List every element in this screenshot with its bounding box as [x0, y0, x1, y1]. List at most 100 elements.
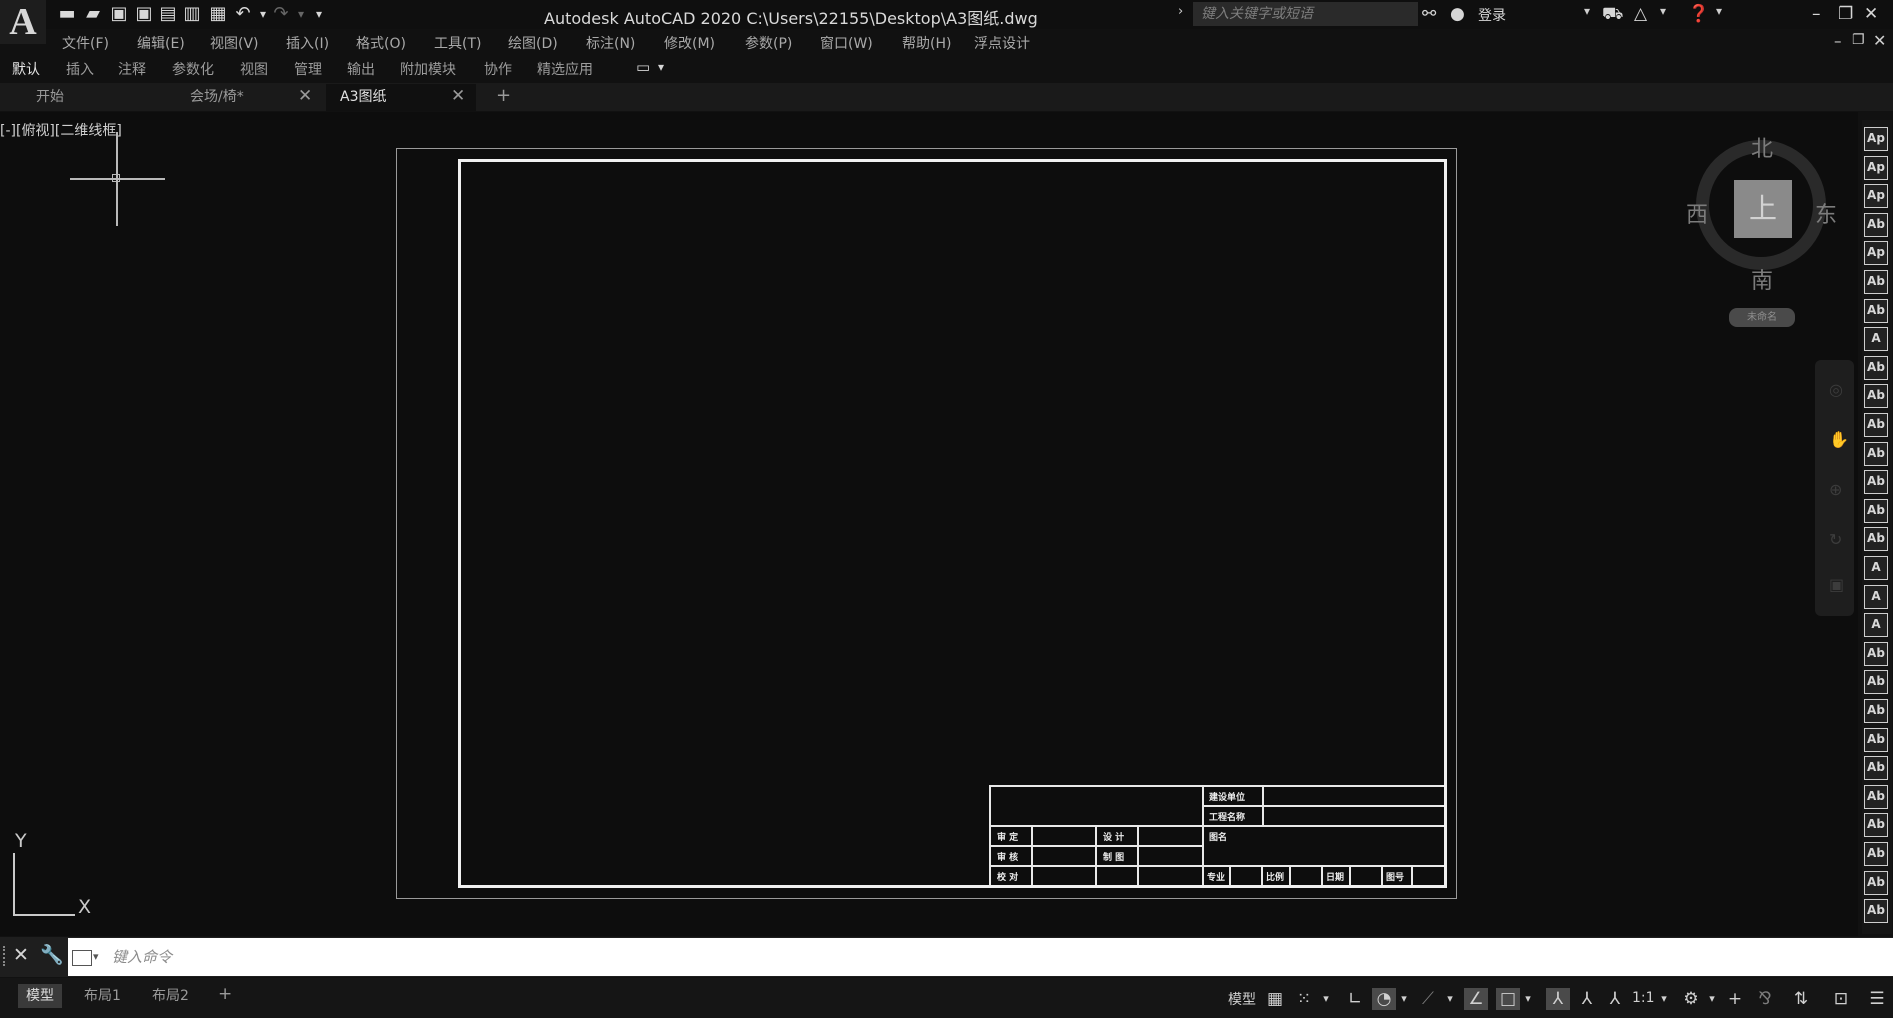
scale-dropdown-icon[interactable]: ▾	[1658, 988, 1670, 1010]
recent-commands-dropdown-icon[interactable]: ▾	[93, 950, 99, 963]
text-style-icon[interactable]: Ap	[1864, 241, 1888, 266]
snap-dropdown-icon[interactable]: ▾	[1320, 988, 1332, 1010]
steering-wheel-icon[interactable]: ◎	[1829, 380, 1843, 399]
close-command-line-icon[interactable]: ✕	[13, 944, 29, 966]
text-style-icon[interactable]: Ab	[1864, 413, 1888, 437]
text-style-icon[interactable]: Ab	[1864, 756, 1888, 781]
restore-window-icon[interactable]: ❐	[1838, 3, 1853, 25]
clean-screen-icon[interactable]: ⊡	[1830, 988, 1852, 1010]
a360-dropdown-icon[interactable]: ▾	[1660, 4, 1666, 18]
save-as-icon[interactable]: ▣	[133, 3, 155, 25]
open-folder-icon[interactable]: ▰	[82, 3, 104, 25]
file-tab-close-icon[interactable]: ✕	[451, 86, 465, 106]
zoom-extents-icon[interactable]: ⊕	[1829, 480, 1842, 499]
showmotion-icon[interactable]: ▣	[1829, 575, 1844, 594]
plot-icon[interactable]: ▤	[157, 3, 179, 25]
ribbon-tab-output[interactable]: 输出	[347, 59, 375, 79]
text-style-icon[interactable]: Ab	[1864, 842, 1888, 866]
ribbon-toggle-dropdown-icon[interactable]: ▾	[658, 60, 664, 74]
add-layout-plus-icon[interactable]: +	[218, 984, 232, 1004]
compass-south[interactable]: 南	[1751, 263, 1773, 295]
menu-window[interactable]: 窗口(W)	[820, 33, 873, 53]
publish-icon[interactable]: ▥	[181, 3, 203, 25]
binoculars-icon[interactable]: ⚯	[1422, 3, 1436, 25]
text-style-icon[interactable]: Ab	[1864, 641, 1888, 666]
isodraft-dropdown-icon[interactable]: ▾	[1444, 988, 1456, 1010]
ribbon-tab-default[interactable]: 默认	[12, 59, 40, 79]
units-icon[interactable]: ⅋	[1754, 988, 1776, 1010]
quick-properties-icon[interactable]: ⇅	[1790, 988, 1812, 1010]
menu-help[interactable]: 帮助(H)	[902, 33, 951, 53]
help-dropdown-icon[interactable]: ▾	[1716, 4, 1722, 18]
ribbon-tab-annotate[interactable]: 注释	[118, 59, 146, 79]
ribbon-tab-addins[interactable]: 附加模块	[400, 59, 456, 79]
text-style-icon[interactable]: Ap	[1864, 127, 1888, 151]
text-style-icon[interactable]: Ab	[1864, 270, 1888, 294]
menu-format[interactable]: 格式(O)	[356, 33, 406, 53]
ribbon-tab-manage[interactable]: 管理	[294, 59, 322, 79]
wcs-menu-button[interactable]: 未命名	[1729, 308, 1795, 327]
text-style-icon[interactable]: Ab	[1864, 384, 1888, 409]
workspace-dropdown-icon[interactable]: ▾	[1706, 988, 1718, 1010]
text-style-icon[interactable]: Ab	[1864, 870, 1888, 895]
customize-statusbar-icon[interactable]: ☰	[1866, 988, 1888, 1010]
ribbon-tab-collaborate[interactable]: 协作	[484, 59, 512, 79]
menu-tools[interactable]: 工具(T)	[434, 33, 481, 53]
menu-parametric[interactable]: 参数(P)	[745, 33, 792, 53]
orbit-icon[interactable]: ↻	[1829, 530, 1842, 549]
new-file-icon[interactable]: ▬	[56, 3, 78, 25]
text-style-icon[interactable]: Ab	[1864, 527, 1888, 552]
text-style-icon[interactable]: A	[1864, 584, 1888, 609]
ortho-icon[interactable]: ∟	[1344, 988, 1366, 1010]
isodraft-icon[interactable]: ⟋	[1418, 988, 1438, 1010]
object-snap-icon[interactable]: □	[1496, 988, 1520, 1010]
annotation-visibility-icon[interactable]: ⅄	[1546, 988, 1570, 1010]
text-style-icon[interactable]: Ab	[1864, 813, 1888, 838]
pan-icon[interactable]: ✋	[1829, 430, 1849, 449]
ribbon-tab-parametric[interactable]: 参数化	[172, 59, 214, 79]
text-style-icon[interactable]: Ab	[1864, 498, 1888, 523]
save-icon[interactable]: ▣	[108, 3, 130, 25]
undo-icon[interactable]: ↶	[232, 3, 254, 25]
layout-tab-1[interactable]: 布局1	[76, 984, 129, 1008]
object-snap-tracking-icon[interactable]: ∠	[1464, 988, 1488, 1010]
new-tab-plus-icon[interactable]: +	[496, 85, 511, 106]
menu-view[interactable]: 视图(V)	[210, 33, 259, 53]
menu-modify[interactable]: 修改(M)	[664, 33, 715, 53]
menu-insert[interactable]: 插入(I)	[286, 33, 329, 53]
autodesk-a360-icon[interactable]: △	[1634, 3, 1647, 25]
text-style-icon[interactable]: Ap	[1864, 184, 1888, 209]
signin-button[interactable]: 登录	[1478, 5, 1506, 25]
minimize-window-icon[interactable]: –	[1812, 3, 1821, 25]
object-snap-dropdown-icon[interactable]: ▾	[1522, 988, 1534, 1010]
text-style-icon[interactable]: Ab	[1864, 212, 1888, 237]
cart-icon[interactable]: ⛟	[1602, 3, 1623, 25]
text-style-icon[interactable]: Ab	[1864, 298, 1888, 323]
menu-edit[interactable]: 编辑(E)	[137, 33, 185, 53]
snap-icon[interactable]: ⁙	[1294, 988, 1314, 1010]
ribbon-tab-insert[interactable]: 插入	[66, 59, 94, 79]
grid-icon[interactable]: ▦	[1265, 988, 1285, 1010]
text-style-icon[interactable]: Ab	[1864, 899, 1888, 924]
text-style-icon[interactable]: A	[1864, 613, 1888, 638]
menu-dimension[interactable]: 标注(N)	[586, 33, 635, 53]
text-style-icon[interactable]: Ab	[1864, 727, 1888, 752]
polar-dropdown-icon[interactable]: ▾	[1398, 988, 1410, 1010]
command-grip-icon[interactable]	[3, 946, 9, 966]
redo-icon[interactable]: ↷	[270, 3, 292, 25]
viewcube-top-face[interactable]: 上	[1734, 180, 1792, 238]
compass-east[interactable]: 东	[1815, 197, 1837, 229]
layout-tab-model[interactable]: 模型	[18, 984, 62, 1008]
menu-draw[interactable]: 绘图(D)	[508, 33, 558, 53]
text-style-icon[interactable]: Ab	[1864, 699, 1888, 723]
doc-minimize-icon[interactable]: –	[1834, 32, 1842, 50]
text-style-icon[interactable]: Ab	[1864, 355, 1888, 380]
file-tab-close-icon[interactable]: ✕	[298, 86, 312, 106]
print-icon[interactable]: ▦	[207, 3, 229, 25]
text-style-icon[interactable]: Ap	[1864, 155, 1888, 180]
customize-wrench-icon[interactable]: 🔧	[40, 943, 64, 966]
compass-west[interactable]: 西	[1686, 197, 1708, 229]
recent-commands-icon[interactable]	[72, 950, 92, 966]
doc-close-icon[interactable]: ✕	[1873, 31, 1886, 50]
polar-tracking-icon[interactable]: ◔	[1372, 988, 1396, 1010]
